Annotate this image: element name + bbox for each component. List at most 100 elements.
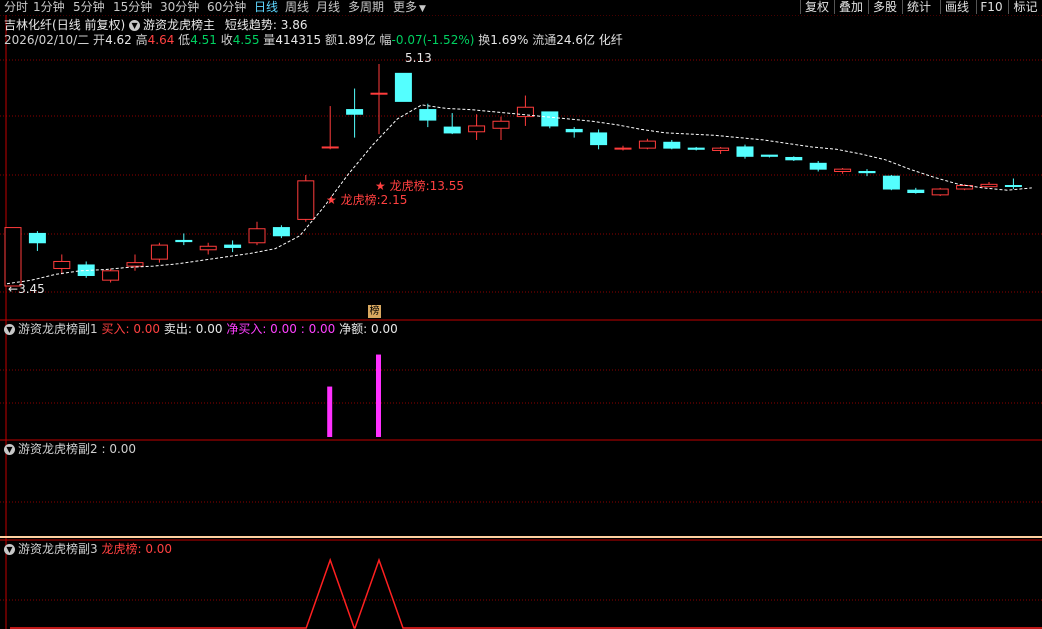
lhb-annotation-1: ★ 龙虎榜:2.15 xyxy=(326,193,408,207)
sub1-buy-label: 买入 xyxy=(101,322,126,336)
chevron-down-icon: ▼ xyxy=(419,4,426,14)
turnover-label: 换 xyxy=(478,33,491,47)
float-value: 24.6亿 xyxy=(556,33,595,47)
sub1-net-label: 净额 xyxy=(339,322,364,336)
candle-body xyxy=(785,156,803,161)
candle-body xyxy=(931,188,949,196)
candle-body xyxy=(980,183,998,188)
close-label: 收 xyxy=(220,33,233,47)
sub1-netbuy-value: : 0.00 : 0.00 xyxy=(262,322,336,336)
period-tab-more[interactable]: 更多 ▼ xyxy=(393,0,426,15)
period-tab-weekly[interactable]: 周线 xyxy=(285,0,309,15)
high-label: 高 xyxy=(135,33,148,47)
candle-body xyxy=(443,126,461,134)
volume-value: 414315 xyxy=(275,33,322,47)
turnover-value: 1.69% xyxy=(490,33,529,47)
main-header-line2: 2026/02/10/二 开4.62 高4.64 低4.51 收4.55 量41… xyxy=(4,33,623,47)
candle-body xyxy=(4,227,22,287)
change-value: -0.07(-1.52%) xyxy=(391,33,475,47)
change-label: 幅 xyxy=(379,33,392,47)
stock-name[interactable]: 吉林化纤 xyxy=(4,18,52,32)
candle-body xyxy=(907,189,925,194)
candle-body xyxy=(272,227,290,237)
sub3-name[interactable]: 游资龙虎榜副3 xyxy=(18,542,98,556)
candle-body xyxy=(687,147,705,150)
sub1-sell-label: 卖出 xyxy=(163,322,188,336)
sub1-net-value: : 0.00 xyxy=(363,322,398,336)
candle-body xyxy=(809,162,827,170)
candle-body xyxy=(663,141,681,149)
high-value: 4.64 xyxy=(147,33,175,47)
period-tab-monthly[interactable]: 月线 xyxy=(316,0,340,15)
sub1-name[interactable]: 游资龙虎榜副1 xyxy=(18,322,98,336)
industry-label[interactable]: 化纤 xyxy=(599,33,623,47)
trend-value: : 3.86 xyxy=(272,18,308,32)
sub3-signal-line xyxy=(10,557,1042,629)
sub3-label: 龙虎榜 xyxy=(101,542,138,556)
draw-line-button[interactable]: 画线 xyxy=(940,0,973,14)
period-tab-15min[interactable]: 15分钟 xyxy=(113,0,152,15)
candle-body xyxy=(590,132,608,146)
amount-label: 额 xyxy=(324,33,337,47)
indicator-dropdown-icon[interactable]: ▼ xyxy=(4,324,15,335)
candle-body xyxy=(297,180,315,220)
period-tab-60min[interactable]: 60分钟 xyxy=(207,0,246,15)
period-info: (日线 前复权) xyxy=(52,18,126,32)
candle-body xyxy=(346,109,364,115)
period-tab-1min[interactable]: 1分钟 xyxy=(33,0,65,15)
candle-body xyxy=(736,146,754,157)
close-value: 4.55 xyxy=(232,33,260,47)
f10-button[interactable]: F10 xyxy=(976,0,1006,14)
candle-body xyxy=(126,262,144,267)
indicator-dropdown-icon[interactable]: ▼ xyxy=(4,544,15,555)
more-label: 更多 xyxy=(393,0,418,14)
amount-value: 1.89亿 xyxy=(336,33,376,47)
candle-body xyxy=(102,270,120,281)
candle-body xyxy=(370,92,388,95)
candle-body xyxy=(28,232,46,244)
sub1-bar xyxy=(327,386,333,437)
lhb-badge[interactable]: 榜 xyxy=(368,305,381,318)
sub1-netbuy-label: 净买入 xyxy=(226,322,263,336)
candle-body xyxy=(321,146,339,149)
sub1-buy-value: : 0.00 xyxy=(125,322,161,336)
mark-button[interactable]: 标记 xyxy=(1008,0,1042,14)
period-tab-multi[interactable]: 多周期 xyxy=(348,0,384,15)
sub1-sell-value: : 0.00 xyxy=(187,322,223,336)
multi-stock-button[interactable]: 多股 xyxy=(868,0,901,14)
candle-body xyxy=(175,239,193,243)
float-label: 流通 xyxy=(532,33,557,47)
candle-body xyxy=(1004,185,1022,188)
period-tab-30min[interactable]: 30分钟 xyxy=(160,0,199,15)
adjust-button[interactable]: 复权 xyxy=(800,0,833,14)
indicator-dropdown-icon[interactable]: ▼ xyxy=(4,444,15,455)
sub3-value: : 0.00 xyxy=(137,542,173,556)
sub2-name[interactable]: 游资龙虎榜副2 xyxy=(18,442,98,456)
kline-chart-area[interactable] xyxy=(0,0,1042,629)
candle-body xyxy=(199,245,217,251)
left-arrow-icon: ← xyxy=(8,282,19,296)
trend-label: 短线趋势 xyxy=(224,18,273,32)
candle-body xyxy=(468,125,486,133)
low-label: 低 xyxy=(178,33,191,47)
period-tab-fenshi[interactable]: 分时 xyxy=(4,0,28,15)
candle-body xyxy=(638,140,656,149)
open-value: 4.62 xyxy=(105,33,132,47)
statistics-button[interactable]: 统计 xyxy=(902,0,935,14)
candle-body xyxy=(882,175,900,190)
sub1-header: ▼ 游资龙虎榜副1 买入: 0.00 卖出: 0.00 净买入: 0.00 : 0… xyxy=(4,322,398,336)
lhb-annotation-2: ★ 龙虎榜:13.55 xyxy=(375,179,464,193)
period-tab-daily[interactable]: 日线 xyxy=(254,0,278,15)
candle-body xyxy=(516,106,534,118)
candle-body xyxy=(419,109,437,121)
candle-body xyxy=(614,147,632,150)
overlay-button[interactable]: 叠加 xyxy=(834,0,867,14)
candle-body xyxy=(492,120,510,129)
indicator-dropdown-icon[interactable]: ▼ xyxy=(129,20,141,31)
period-tab-5min[interactable]: 5分钟 xyxy=(73,0,105,15)
indicator-name[interactable]: 游资龙虎榜主 xyxy=(143,18,215,32)
sub2-value: : 0.00 xyxy=(101,442,137,456)
candle-body xyxy=(150,244,168,260)
candle-body xyxy=(394,72,412,102)
main-header-line1: 吉林化纤(日线 前复权) ▼ 游资龙虎榜主 短线趋势: 3.86 xyxy=(4,18,307,32)
